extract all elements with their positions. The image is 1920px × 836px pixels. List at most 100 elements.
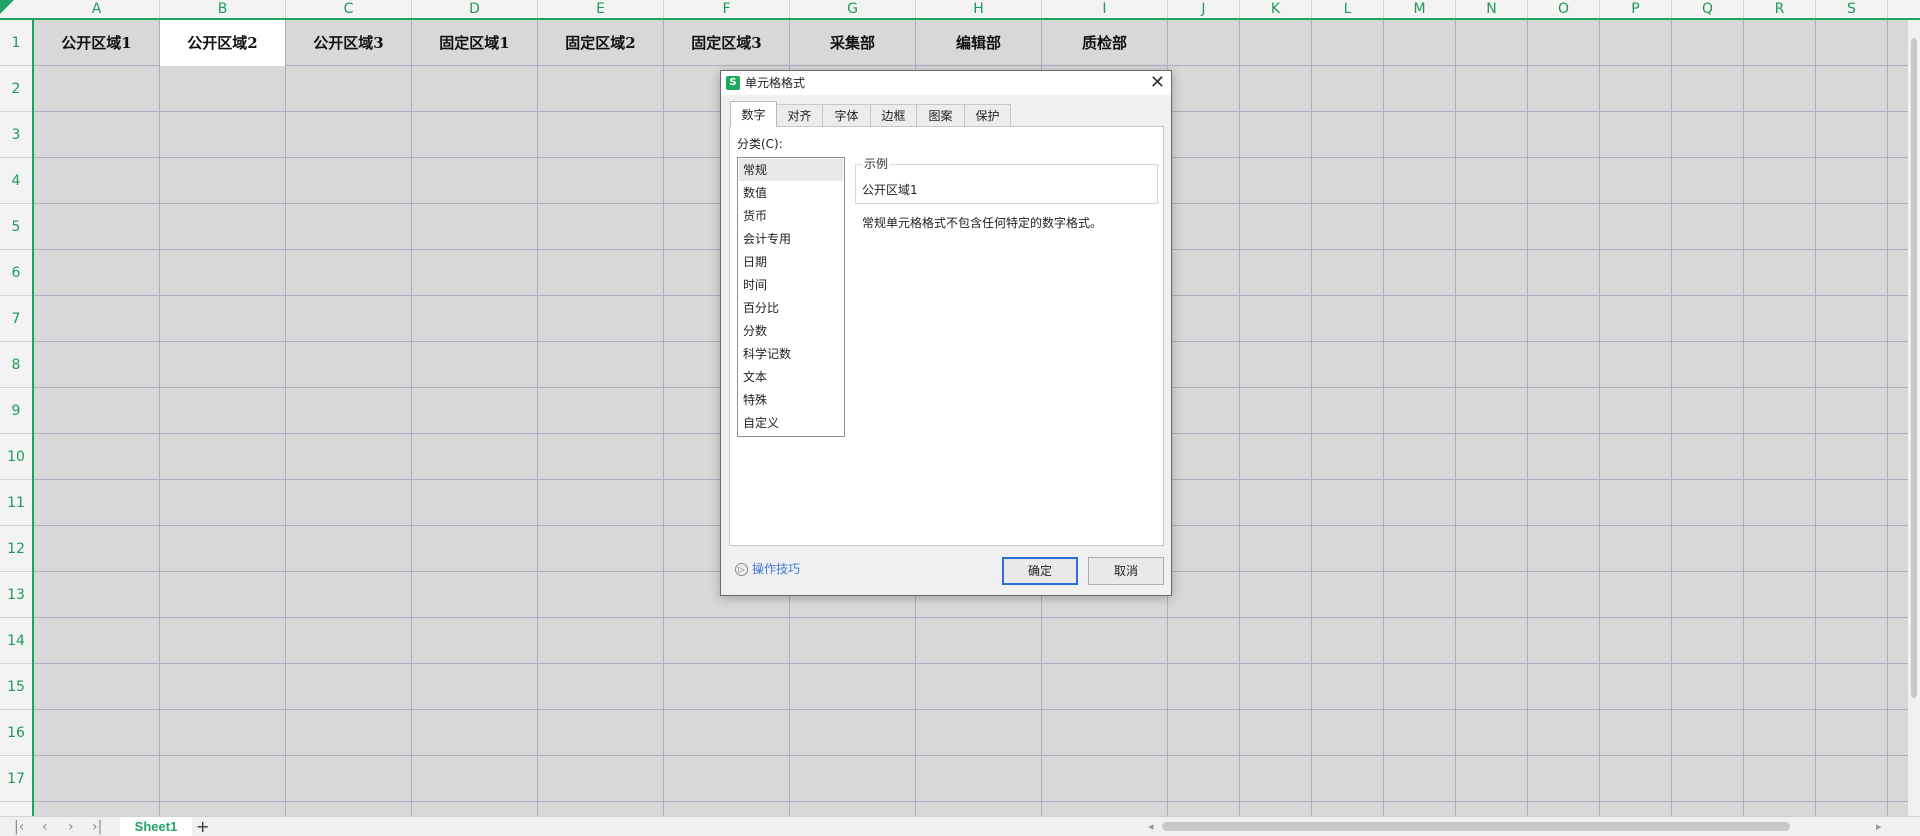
prev-sheet-arrow-icon[interactable]: ‹: [42, 818, 48, 836]
sample-legend: 示例: [862, 157, 891, 171]
format-cells-dialog: S 单元格格式 ✕ 数字 对齐 字体 边框 图案 保护 分类(C): 常规 数值 货币 会计专用…: [720, 70, 1172, 596]
tab-alignment[interactable]: 对齐: [776, 104, 823, 126]
row-header-bar: 1 2 3 4 5 6 7 8 9 10 11 12 13 14 15 16 17: [0, 20, 34, 816]
category-item[interactable]: 文本: [739, 366, 843, 388]
column-header-c[interactable]: C: [286, 0, 412, 18]
category-item[interactable]: 数值: [739, 182, 843, 204]
close-icon[interactable]: ✕: [1150, 71, 1165, 95]
next-sheet-arrow-icon[interactable]: ›: [68, 818, 74, 836]
cell-g1[interactable]: 采集部: [790, 20, 915, 66]
scroll-left-arrow-icon[interactable]: ◂: [1148, 818, 1154, 836]
format-description: 常规单元格格式不包含任何特定的数字格式。: [862, 216, 1103, 230]
row-header-15[interactable]: 15: [0, 664, 32, 710]
first-sheet-arrow-icon[interactable]: |‹: [14, 818, 24, 836]
column-header-o[interactable]: O: [1528, 0, 1600, 18]
column-header-b[interactable]: B: [160, 0, 286, 18]
column-header-n[interactable]: N: [1456, 0, 1528, 18]
dialog-title: 单元格格式: [745, 76, 806, 90]
grid-row-line: [34, 709, 1910, 710]
tips-link[interactable]: ▷ 操作技巧: [735, 561, 800, 577]
category-item[interactable]: 百分比: [739, 297, 843, 319]
cell-e1[interactable]: 固定区域2: [538, 20, 663, 66]
category-item[interactable]: 特殊: [739, 389, 843, 411]
category-item[interactable]: 时间: [739, 274, 843, 296]
category-list[interactable]: 常规 数值 货币 会计专用 日期 时间 百分比 分数 科学记数 文本 特殊 自定义: [737, 157, 845, 437]
column-header-f[interactable]: F: [664, 0, 790, 18]
grid-column-line: [1815, 20, 1816, 816]
grid-column-line: [159, 20, 160, 816]
play-circle-icon: ▷: [735, 563, 748, 576]
cell-d1[interactable]: 固定区域1: [412, 20, 537, 66]
column-header-d[interactable]: D: [412, 0, 538, 18]
tab-font[interactable]: 字体: [822, 104, 871, 126]
grid-column-line: [1311, 20, 1312, 816]
column-header-j[interactable]: J: [1168, 0, 1240, 18]
grid-column-line: [1671, 20, 1672, 816]
row-header-1[interactable]: 1: [0, 20, 32, 66]
row-header-12[interactable]: 12: [0, 526, 32, 572]
column-header-a[interactable]: A: [34, 0, 160, 18]
dialog-title-bar[interactable]: S 单元格格式 ✕: [721, 71, 1171, 95]
row-header-11[interactable]: 11: [0, 480, 32, 526]
vertical-scroll-thumb[interactable]: [1911, 38, 1917, 698]
row-header-2[interactable]: 2: [0, 66, 32, 112]
column-header-p[interactable]: P: [1600, 0, 1672, 18]
row-header-8[interactable]: 8: [0, 342, 32, 388]
horizontal-scroll-thumb[interactable]: [1162, 822, 1790, 831]
tab-number[interactable]: 数字: [730, 101, 777, 127]
row-header-6[interactable]: 6: [0, 250, 32, 296]
category-item[interactable]: 常规: [739, 159, 843, 181]
column-header-s[interactable]: S: [1816, 0, 1888, 18]
column-header-e[interactable]: E: [538, 0, 664, 18]
row-header-4[interactable]: 4: [0, 158, 32, 204]
wps-app-icon: S: [726, 76, 740, 90]
scroll-right-arrow-icon[interactable]: ▸: [1876, 818, 1882, 836]
column-header-k[interactable]: K: [1240, 0, 1312, 18]
row-header-3[interactable]: 3: [0, 112, 32, 158]
category-item[interactable]: 日期: [739, 251, 843, 273]
tab-protection[interactable]: 保护: [964, 104, 1011, 126]
cell-a1[interactable]: 公开区域1: [34, 20, 159, 66]
cell-f1[interactable]: 固定区域3: [664, 20, 789, 66]
vertical-scrollbar[interactable]: [1908, 20, 1920, 816]
row-header-7[interactable]: 7: [0, 296, 32, 342]
column-header-h[interactable]: H: [916, 0, 1042, 18]
category-item[interactable]: 自定义: [739, 412, 843, 434]
category-item[interactable]: 科学记数: [739, 343, 843, 365]
row-header-16[interactable]: 16: [0, 710, 32, 756]
column-header-q[interactable]: Q: [1672, 0, 1744, 18]
add-sheet-icon[interactable]: +: [196, 817, 209, 836]
cell-i1[interactable]: 质检部: [1042, 20, 1167, 66]
column-header-r[interactable]: R: [1744, 0, 1816, 18]
category-item[interactable]: 货币: [739, 205, 843, 227]
row-header-9[interactable]: 9: [0, 388, 32, 434]
cell-c1[interactable]: 公开区域3: [286, 20, 411, 66]
column-header-i[interactable]: I: [1042, 0, 1168, 18]
ok-button[interactable]: 确定: [1002, 557, 1078, 585]
row-header-5[interactable]: 5: [0, 204, 32, 250]
last-sheet-arrow-icon[interactable]: ›|: [92, 818, 102, 836]
cancel-button[interactable]: 取消: [1088, 557, 1164, 585]
tab-border[interactable]: 边框: [870, 104, 917, 126]
grid-row-line: [34, 801, 1910, 802]
row-header-14[interactable]: 14: [0, 618, 32, 664]
category-item[interactable]: 会计专用: [739, 228, 843, 250]
sample-group: 示例 公开区域1: [855, 157, 1158, 204]
grid-column-line: [411, 20, 412, 816]
row-header-10[interactable]: 10: [0, 434, 32, 480]
column-header-l[interactable]: L: [1312, 0, 1384, 18]
column-header-m[interactable]: M: [1384, 0, 1456, 18]
grid-column-line: [1383, 20, 1384, 816]
sheet-tab-sheet1[interactable]: Sheet1: [120, 817, 192, 836]
row-header-17[interactable]: 17: [0, 756, 32, 802]
select-all-corner[interactable]: [0, 0, 14, 14]
row-header-13[interactable]: 13: [0, 572, 32, 618]
sheet-tab-bar: |‹ ‹ › ›| Sheet1 + ◂ ▸: [0, 816, 1920, 836]
grid-column-line: [1887, 20, 1888, 816]
column-header-g[interactable]: G: [790, 0, 916, 18]
tab-pattern[interactable]: 图案: [916, 104, 965, 126]
cell-h1[interactable]: 编辑部: [916, 20, 1041, 66]
category-item[interactable]: 分数: [739, 320, 843, 342]
sample-value: 公开区域1: [862, 183, 918, 197]
cell-b1[interactable]: 公开区域2: [160, 20, 285, 66]
